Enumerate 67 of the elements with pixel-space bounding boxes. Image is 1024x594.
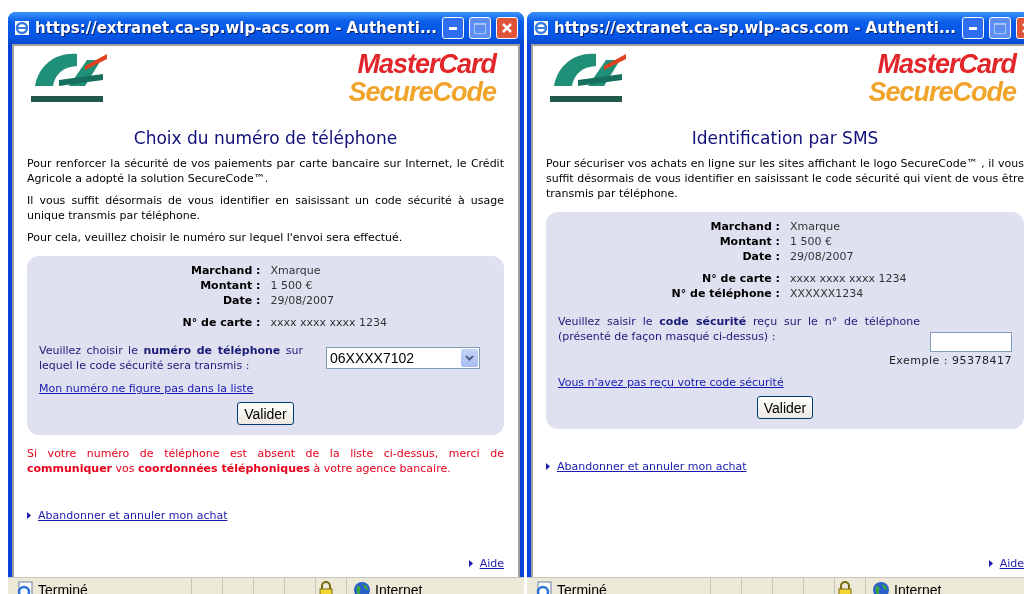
maximize-icon (474, 22, 486, 34)
phone-select[interactable]: 06XXXX7102 (326, 347, 480, 369)
detail-value: xxxx xxxx xxxx 1234 (790, 271, 908, 286)
maximize-icon (994, 22, 1006, 34)
submit-button[interactable]: Valider (756, 396, 814, 419)
intro-paragraph: Pour cela, veuillez choisir le numéro sur lequel l'envoi sera effectué. (27, 230, 404, 245)
logo-text: MasterCard (877, 50, 1016, 78)
detail-label: N° de carte : (181, 315, 261, 330)
help-link[interactable]: Mon numéro ne figure pas dans la liste (39, 382, 254, 395)
detail-value: xxxx xxxx xxxx 1234 (270, 315, 389, 330)
detail-label: Montant : (199, 278, 261, 293)
globe-icon (872, 581, 890, 594)
prompt-text: Veuillez saisir le code sécurité reçu sur le n° de téléphone (présenté de façon masqué ci-dessus) : (558, 314, 920, 344)
minimize-button[interactable] (962, 17, 984, 39)
close-icon (501, 22, 513, 34)
logo-text: SecureCode (868, 78, 1016, 106)
detail-label: N° de carte : (701, 271, 780, 286)
close-button[interactable] (496, 17, 518, 39)
code-input-field[interactable] (930, 332, 1012, 352)
intro-paragraph: Pour sécuriser vos achats en ligne sur les sites affichant le logo SecureCode™ , il vous suffit désormais de vous identifier en saisissant le code sécurité qui vient de vous être transmis par téléphone. (546, 156, 1024, 201)
detail-label: Marchand : (709, 219, 780, 234)
bullet-arrow-icon (468, 560, 473, 567)
warning-text: Si votre numéro de téléphone est absent de la liste ci-dessus, merci de communiquer vos coordonnées téléphoniques à votre agence bancaire. (27, 446, 504, 476)
page-heading: Identification par SMS (690, 128, 880, 148)
example-text: Exemple : 95378417 (887, 354, 1012, 367)
window-title: https://extranet.ca-sp.wlp-acs.com - Authenti... (554, 19, 957, 37)
lock-icon (318, 581, 334, 594)
aide-link[interactable]: Aide (479, 556, 504, 571)
globe-icon (353, 581, 371, 594)
prompt-text: Veuillez choisir le numéro de téléphone sur lequel le code sécurité sera transmis : (39, 343, 303, 373)
bullet-arrow-icon (988, 560, 993, 567)
detail-label: N° de téléphone : (670, 286, 780, 301)
help-link[interactable]: Vous n'avez pas reçu votre code sécurité (558, 376, 784, 389)
intro-paragraph: Il vous suffit désormais de vous identifier en saisissant un code sécurité à usage unique transmis par téléphone. (27, 193, 504, 223)
window-title: https://extranet.ca-sp.wlp-acs.com - Authenti... (35, 19, 437, 37)
maximize-button[interactable] (469, 17, 491, 39)
minimize-icon (969, 26, 977, 30)
detail-value: 1 500 € (270, 278, 314, 293)
minimize-button[interactable] (442, 17, 464, 39)
logo-text: SecureCode (348, 78, 496, 106)
cancel-link[interactable]: Abandonner et annuler mon achat (38, 508, 228, 523)
logo-text: MasterCard (357, 50, 496, 78)
detail-value: 29/08/2007 (790, 249, 855, 264)
detail-label: Montant : (718, 234, 780, 249)
chevron-down-icon (465, 355, 474, 361)
bullet-arrow-icon (27, 512, 31, 519)
cancel-link[interactable]: Abandonner et annuler mon achat (557, 459, 747, 474)
browser-icon (533, 20, 549, 36)
page-icon (16, 581, 34, 594)
intro-paragraph: Pour renforcer la sécurité de vos paiements par carte bancaire sur Internet, le Crédit Agricole a adopté la solution SecureCode™. (27, 156, 504, 186)
minimize-icon (449, 26, 457, 30)
detail-value: 29/08/2007 (270, 293, 335, 308)
bullet-arrow-icon (546, 463, 550, 470)
detail-value: Xmarque (790, 219, 842, 234)
aide-link[interactable]: Aide (999, 556, 1024, 571)
page-icon (535, 581, 553, 594)
page-heading: Choix du numéro de téléphone (132, 128, 399, 148)
detail-label: Date : (222, 293, 261, 308)
detail-value: Xmarque (270, 263, 322, 278)
detail-label: Marchand : (190, 263, 261, 278)
detail-value: 1 500 € (790, 234, 833, 249)
maximize-button[interactable] (989, 17, 1011, 39)
detail-value: XXXXXX1234 (790, 286, 865, 301)
lock-icon (837, 581, 853, 594)
submit-button[interactable]: Valider (237, 402, 294, 425)
detail-label: Date : (741, 249, 780, 264)
browser-icon (14, 20, 30, 36)
